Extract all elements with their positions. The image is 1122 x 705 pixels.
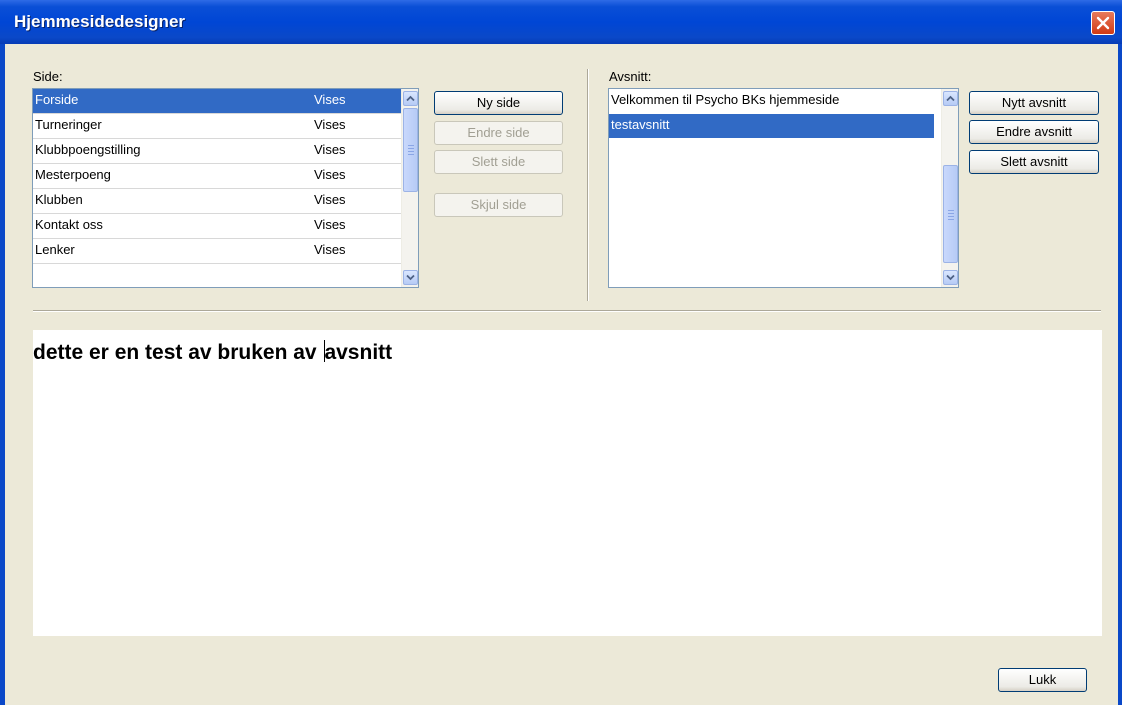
side-label: Side: — [33, 69, 63, 84]
window-frame-right — [1118, 44, 1122, 705]
side-row-name: Mesterpoeng — [35, 167, 111, 182]
side-row-status: Vises — [314, 142, 346, 157]
delete-section-button[interactable]: Slett avsnitt — [969, 150, 1099, 174]
window-title: Hjemmesidedesigner — [14, 12, 186, 31]
side-row[interactable]: Mesterpoeng Vises — [33, 164, 402, 188]
editor-text-before: dette er en test av bruken av — [33, 341, 323, 364]
side-row-status: Vises — [314, 92, 346, 107]
side-row-name: Klubben — [35, 192, 83, 207]
side-row[interactable]: Klubbpoengstilling Vises — [33, 139, 402, 163]
side-row-name: Klubbpoengstilling — [35, 142, 141, 157]
new-page-button[interactable]: Ny side — [434, 91, 563, 115]
section-editor[interactable]: dette er en test av bruken av avsnitt — [33, 330, 1102, 636]
avsnitt-scrollbar[interactable] — [941, 89, 958, 287]
side-scrollbar[interactable] — [401, 89, 418, 287]
side-row-name: Forside — [35, 92, 79, 107]
side-row[interactable]: Forside Vises — [33, 89, 402, 113]
editor-content: dette er en test av bruken av avsnitt — [33, 340, 392, 365]
scroll-up-icon[interactable] — [403, 91, 418, 106]
side-row-name: Turneringer — [35, 117, 102, 132]
title-bar[interactable]: Hjemmesidedesigner — [0, 0, 1122, 44]
editor-text-after: avsnitt — [324, 341, 393, 364]
window-frame-left — [0, 44, 5, 705]
side-row[interactable]: Lenker Vises — [33, 239, 402, 263]
avsnitt-label: Avsnitt: — [609, 69, 652, 84]
scroll-down-icon[interactable] — [943, 270, 958, 285]
side-row-status: Vises — [314, 242, 346, 257]
edit-section-button[interactable]: Endre avsnitt — [969, 120, 1099, 144]
avsnitt-listbox[interactable]: Velkommen til Psycho BKs hjemmeside test… — [608, 88, 959, 288]
hide-page-button[interactable]: Skjul side — [434, 193, 563, 217]
avsnitt-row-name: testavsnitt — [611, 117, 670, 132]
edit-page-button[interactable]: Endre side — [434, 121, 563, 145]
new-section-button[interactable]: Nytt avsnitt — [969, 91, 1099, 115]
side-listbox[interactable]: Forside Vises Turneringer Vises Klubbpoe… — [32, 88, 419, 288]
side-row-name: Lenker — [35, 242, 75, 257]
horizontal-divider — [33, 310, 1101, 312]
avsnitt-row[interactable]: Velkommen til Psycho BKs hjemmeside — [609, 89, 942, 113]
side-row-status: Vises — [314, 192, 346, 207]
side-row-name: Kontakt oss — [35, 217, 103, 232]
side-row-status: Vises — [314, 167, 346, 182]
scroll-down-icon[interactable] — [403, 270, 418, 285]
scroll-thumb[interactable] — [943, 165, 958, 263]
side-row[interactable]: Turneringer Vises — [33, 114, 402, 138]
side-row[interactable]: Klubben Vises — [33, 189, 402, 213]
avsnitt-row[interactable]: testavsnitt — [609, 114, 934, 138]
vertical-divider — [587, 69, 589, 301]
scroll-up-icon[interactable] — [943, 91, 958, 106]
close-button[interactable]: Lukk — [998, 668, 1087, 692]
side-row-status: Vises — [314, 117, 346, 132]
avsnitt-row-name: Velkommen til Psycho BKs hjemmeside — [611, 92, 840, 107]
close-icon[interactable] — [1091, 11, 1115, 35]
row-separator — [33, 263, 402, 264]
side-row[interactable]: Kontakt oss Vises — [33, 214, 402, 238]
scroll-thumb[interactable] — [403, 108, 418, 192]
delete-page-button[interactable]: Slett side — [434, 150, 563, 174]
side-row-status: Vises — [314, 217, 346, 232]
